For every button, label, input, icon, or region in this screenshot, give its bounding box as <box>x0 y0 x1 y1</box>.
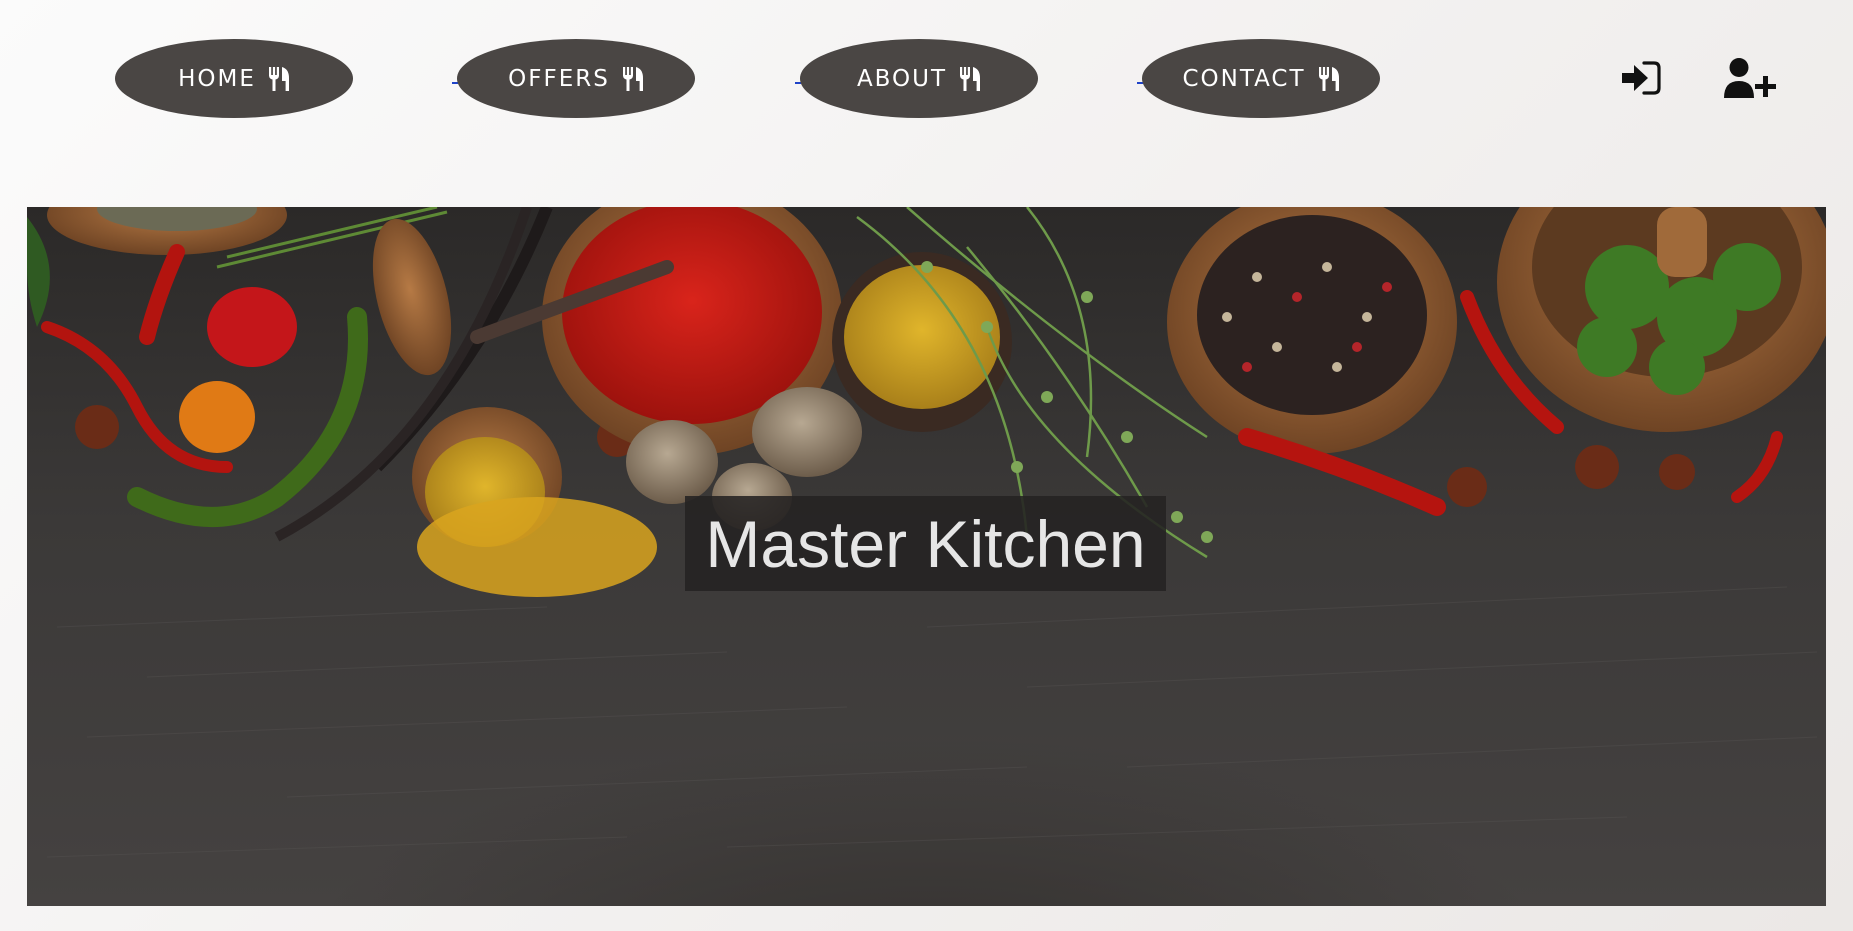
utensils-icon <box>622 66 643 91</box>
sign-in-icon[interactable] <box>1620 60 1662 96</box>
nav-offers-button[interactable]: OFFERS <box>457 39 695 118</box>
utensils-icon <box>268 66 289 91</box>
user-plus-icon[interactable] <box>1724 57 1778 101</box>
utensils-icon <box>960 66 981 91</box>
nav-about-label: ABOUT <box>856 65 948 92</box>
nav-contact-label: CONTACT <box>1182 65 1306 92</box>
hero-title: Master Kitchen <box>705 506 1146 581</box>
nav-home-label: HOME <box>178 65 256 92</box>
hero-banner: Master Kitchen <box>27 207 1826 906</box>
nav-about-button[interactable]: ABOUT <box>800 39 1038 118</box>
top-navigation: HOME OFFERS ABOUT CONTACT <box>0 0 1853 160</box>
nav-home-button[interactable]: HOME <box>115 39 353 118</box>
utensils-icon <box>1318 66 1339 91</box>
nav-contact-button[interactable]: CONTACT <box>1142 39 1380 118</box>
nav-offers-label: OFFERS <box>508 65 610 92</box>
hero-title-box: Master Kitchen <box>685 496 1166 591</box>
